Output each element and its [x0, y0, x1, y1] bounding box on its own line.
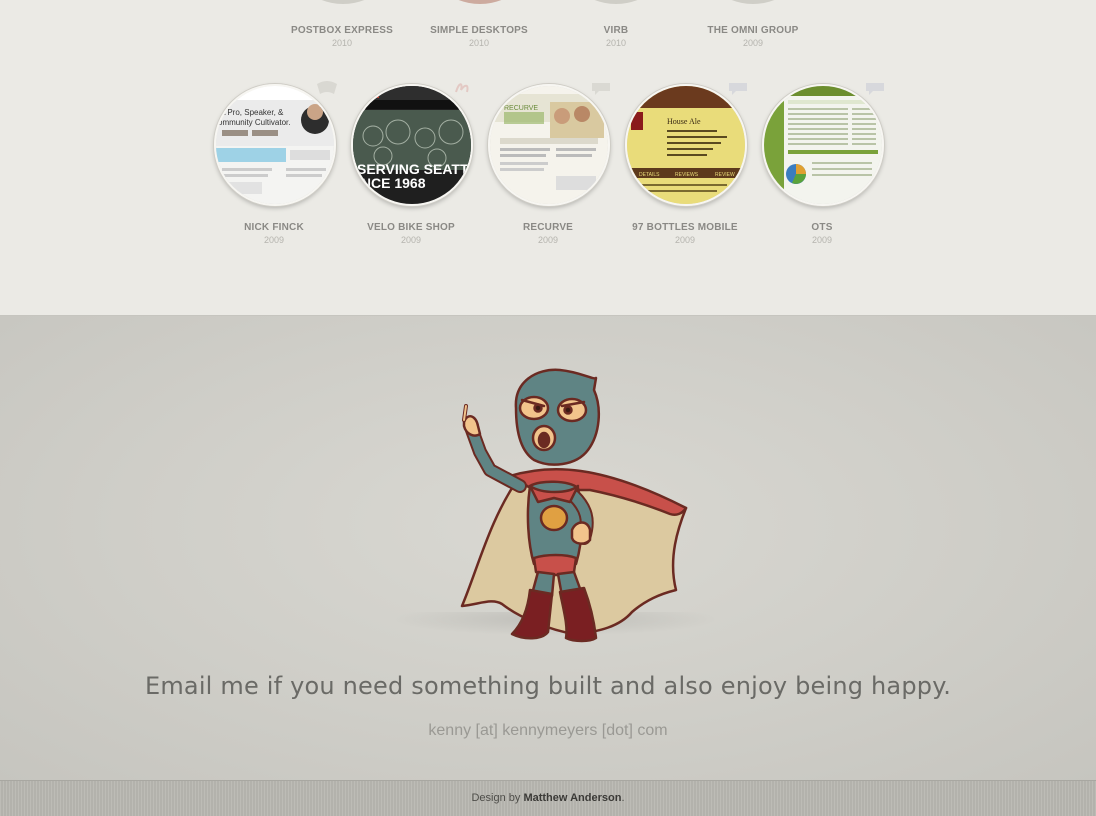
portfolio-title[interactable]: SIMPLE DESKTOPS	[399, 25, 559, 36]
footer-designer-link[interactable]: Matthew Anderson	[523, 792, 621, 804]
portfolio-row-top: POSTBOX EXPRESS 2010 SIMPLE DESKTOPS 201…	[0, 0, 1096, 60]
ribbon-badge-icon	[317, 81, 337, 94]
portfolio-year: 2009	[674, 235, 696, 245]
site-footer: Design by Matthew Anderson.	[0, 780, 1096, 816]
portfolio-year: 2009	[263, 235, 285, 245]
portfolio-thumb-simple-desktops[interactable]	[421, 0, 539, 4]
portfolio-title[interactable]: THE OMNI GROUP	[673, 25, 833, 36]
speech-badge-icon	[866, 83, 884, 95]
portfolio-year: 2010	[605, 38, 627, 48]
footer-credit-suffix: .	[621, 792, 625, 804]
thumb-text: ommunity Cultivator.	[218, 118, 290, 127]
portfolio-thumb-virb[interactable]	[557, 0, 675, 4]
portfolio-year: 2009	[400, 235, 422, 245]
signature-badge-icon	[455, 83, 469, 93]
portfolio-year: 2010	[468, 38, 490, 48]
thumb-text: REVIEWS	[675, 172, 699, 178]
portfolio-title[interactable]: VELO BIKE SHOP	[331, 222, 491, 233]
thumb-text: DETAILS	[639, 172, 660, 178]
portfolio-thumb-recurve[interactable]: RECURVE	[488, 84, 610, 206]
portfolio-year: 2009	[742, 38, 764, 48]
portfolio-year: 2009	[811, 235, 833, 245]
thumb-text: IA Pro, Speaker, &	[218, 108, 284, 117]
portfolio-thumb-ots[interactable]	[762, 84, 884, 206]
thumb-text: RECURVE	[504, 105, 538, 112]
speech-badge-icon	[729, 83, 747, 95]
portfolio-title[interactable]: VIRB	[536, 25, 696, 36]
portfolio-thumb-97-bottles[interactable]: House Ale DETAILS REVIEWS REVIEW	[625, 84, 747, 206]
portfolio-thumb-omni[interactable]	[694, 0, 812, 4]
portfolio-title[interactable]: 97 BOTTLES MOBILE	[605, 222, 765, 233]
contact-email[interactable]: kenny [at] kennymeyers [dot] com	[0, 722, 1096, 740]
speech-badge-icon	[592, 83, 610, 95]
portfolio-section: POSTBOX EXPRESS 2010 SIMPLE DESKTOPS 201…	[0, 0, 1096, 315]
superhero-mascot-illustration	[460, 368, 688, 643]
thumb-text: REVIEW	[715, 172, 735, 178]
contact-headline: Email me if you need something built and…	[144, 672, 952, 700]
thumb-text: INCE 1968	[357, 175, 426, 191]
portfolio-year: 2009	[537, 235, 559, 245]
portfolio-title[interactable]: RECURVE	[468, 222, 628, 233]
portfolio-title[interactable]: OTS	[742, 222, 902, 233]
footer-credit-prefix: Design by	[471, 792, 521, 804]
portfolio-title[interactable]: POSTBOX EXPRESS	[262, 25, 422, 36]
contact-section: Email me if you need something built and…	[0, 315, 1096, 781]
portfolio-thumb-postbox[interactable]	[284, 0, 402, 4]
portfolio-thumb-velo[interactable]: SERVING SEATT INCE 1968	[351, 84, 473, 206]
portfolio-title[interactable]: NICK FINCK	[194, 222, 354, 233]
portfolio-year: 2010	[331, 38, 353, 48]
portfolio-thumb-nick-finck[interactable]: IA Pro, Speaker, & ommunity Cultivator.	[214, 84, 336, 206]
thumb-text: House Ale	[667, 117, 701, 126]
